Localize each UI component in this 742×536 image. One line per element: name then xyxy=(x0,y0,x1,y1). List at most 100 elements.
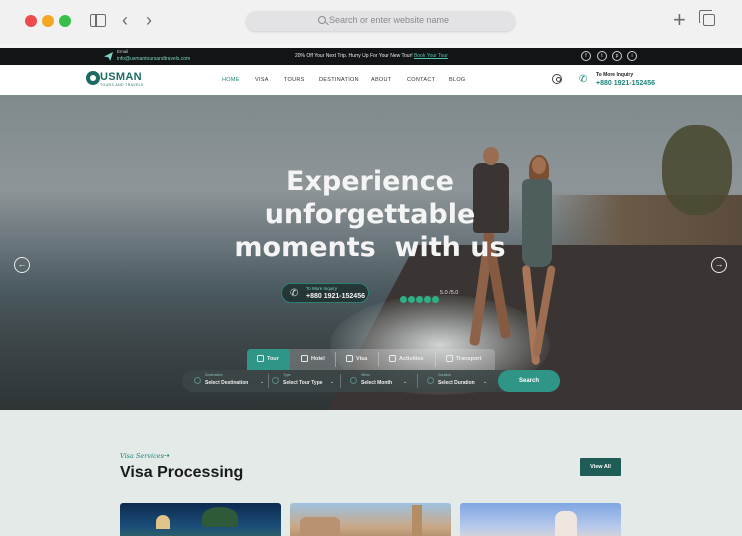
star-icon xyxy=(400,296,407,304)
chevron-down-icon: ⌄ xyxy=(403,379,408,385)
field-divider xyxy=(268,374,269,388)
logo-globe-icon[interactable] xyxy=(86,71,100,85)
hero-title-line: moments with us xyxy=(234,232,506,263)
book-tour-link[interactable]: Book Your Tour xyxy=(414,53,448,59)
search-tabs: Tour Hotel Visa Activities Transport xyxy=(247,349,495,370)
hero-title-line: unforgettable xyxy=(264,199,476,230)
inquiry-phone[interactable]: +880 1921-152456 xyxy=(596,80,655,87)
back-arrow-icon[interactable]: ‹ xyxy=(122,11,128,29)
tab-activities[interactable]: Activities xyxy=(389,349,423,370)
zoom-window-button[interactable] xyxy=(59,15,71,27)
tour-type-select[interactable]: Type Select Tour Type ⌄ xyxy=(272,370,340,392)
star-icon xyxy=(424,296,431,304)
address-bar[interactable]: Search or enter website name xyxy=(246,11,515,31)
nav-link-destination[interactable]: DESTINATION xyxy=(319,77,359,83)
chevron-down-icon: ⌄ xyxy=(483,379,488,385)
facebook-icon[interactable]: f xyxy=(581,51,591,61)
star-icon xyxy=(432,296,439,304)
tab-divider xyxy=(378,352,379,367)
email-link[interactable]: info@usmantoursandtravels.com xyxy=(117,56,190,62)
tab-label: Hotel xyxy=(311,356,325,362)
logo-subtitle: TOURS AND TRAVELS xyxy=(100,83,144,87)
send-icon xyxy=(104,52,113,61)
nav-link-blog[interactable]: BLOG xyxy=(449,77,465,83)
location-icon xyxy=(194,377,201,384)
phone-icon: ✆ xyxy=(579,74,588,85)
tab-label: Tour xyxy=(267,356,279,362)
hero-inquiry-pill[interactable]: ✆ To More Inquiry +880 1921-152456 xyxy=(281,283,369,303)
tab-label: Activities xyxy=(399,356,424,362)
field-label: Duration xyxy=(438,373,452,377)
search-button[interactable]: Search xyxy=(498,370,560,392)
tab-label: Visa xyxy=(356,356,368,362)
close-window-button[interactable] xyxy=(25,15,37,27)
field-divider xyxy=(417,374,418,388)
tab-divider xyxy=(435,352,436,367)
nav-link-visa[interactable]: VISA xyxy=(255,77,269,83)
tab-transport[interactable]: Transport xyxy=(446,349,481,370)
card-castle xyxy=(555,511,577,536)
star-icon xyxy=(416,296,423,304)
hero-title: Experience unforgettable moments with us xyxy=(200,165,540,264)
slider-next-arrow-icon[interactable]: → xyxy=(711,257,727,273)
field-value: Select Tour Type xyxy=(283,380,323,386)
visa-card-image[interactable] xyxy=(460,503,621,536)
minimize-window-button[interactable] xyxy=(42,15,54,27)
hero-inquiry-phone: +880 1921-152456 xyxy=(306,293,365,300)
activities-icon xyxy=(389,355,396,363)
new-tab-icon[interactable]: + xyxy=(673,9,686,31)
month-select[interactable]: When Select Month ⌄ xyxy=(350,370,416,392)
pinterest-icon[interactable]: p xyxy=(612,51,622,61)
clock-icon xyxy=(427,377,434,384)
twitter-icon[interactable]: t xyxy=(597,51,607,61)
field-value: Select Month xyxy=(361,380,393,386)
tab-overview-icon[interactable] xyxy=(699,10,715,26)
field-value: Select Destination xyxy=(205,380,249,386)
section-eyebrow: Visa Services xyxy=(120,452,164,460)
field-label: When xyxy=(361,373,371,377)
rating-value: 5.0 /5.0 xyxy=(440,290,459,296)
tab-visa[interactable]: Visa xyxy=(346,349,367,370)
nav-link-home[interactable]: HOME xyxy=(222,77,240,83)
card-tower xyxy=(412,505,422,536)
hero-banner: Experience unforgettable moments with us… xyxy=(0,95,742,410)
hero-trees-image xyxy=(662,125,732,215)
main-navbar: USMAN TOURS AND TRAVELS HOME VISA TOURS … xyxy=(0,65,742,95)
nav-link-tours[interactable]: TOURS xyxy=(284,77,305,83)
top-info-bar: Email info@usmantoursandtravels.com 20% … xyxy=(0,48,742,65)
tour-icon xyxy=(257,355,264,363)
visa-card-image[interactable] xyxy=(120,503,281,536)
hero-title-line: Experience xyxy=(286,166,454,197)
card-palm xyxy=(202,507,238,527)
calendar-icon xyxy=(350,377,357,384)
chevron-down-icon: ⌄ xyxy=(260,379,265,385)
address-bar-placeholder: Search or enter website name xyxy=(329,15,450,25)
arrow-right-icon: ⇢ xyxy=(163,451,170,460)
duration-select[interactable]: Duration Select Duration ⌄ xyxy=(427,370,497,392)
phone-icon: ✆ xyxy=(290,288,299,299)
nav-link-about[interactable]: ABOUT xyxy=(371,77,391,83)
destination-select[interactable]: Destination Select Destination ⌄ xyxy=(194,370,268,392)
tab-hotel[interactable]: Hotel xyxy=(301,349,325,370)
tour-type-icon xyxy=(272,377,279,384)
browser-chrome: ‹ › Search or enter website name + xyxy=(0,0,742,44)
field-label: Type xyxy=(283,373,291,377)
instagram-icon[interactable]: i xyxy=(627,51,637,61)
visa-card-image[interactable] xyxy=(290,503,451,536)
sidebar-toggle-icon[interactable] xyxy=(90,14,106,27)
user-account-icon[interactable] xyxy=(552,74,562,84)
field-divider xyxy=(340,374,341,388)
search-icon xyxy=(318,16,326,24)
section-title: Visa Processing xyxy=(120,464,244,481)
nav-link-contact[interactable]: CONTACT xyxy=(407,77,435,83)
view-all-button[interactable]: View All xyxy=(580,458,621,476)
visa-section: Visa Services ⇢ Visa Processing View All xyxy=(0,410,742,536)
forward-arrow-icon[interactable]: › xyxy=(146,11,152,29)
field-label: Destination xyxy=(205,373,223,377)
tab-tour[interactable]: Tour xyxy=(247,349,290,370)
rating: 5.0 /5.0 xyxy=(400,290,458,309)
slider-prev-arrow-icon[interactable]: ← xyxy=(14,257,30,273)
hotel-icon xyxy=(301,355,308,363)
logo-text[interactable]: USMAN xyxy=(100,71,142,83)
visa-icon xyxy=(346,355,353,363)
